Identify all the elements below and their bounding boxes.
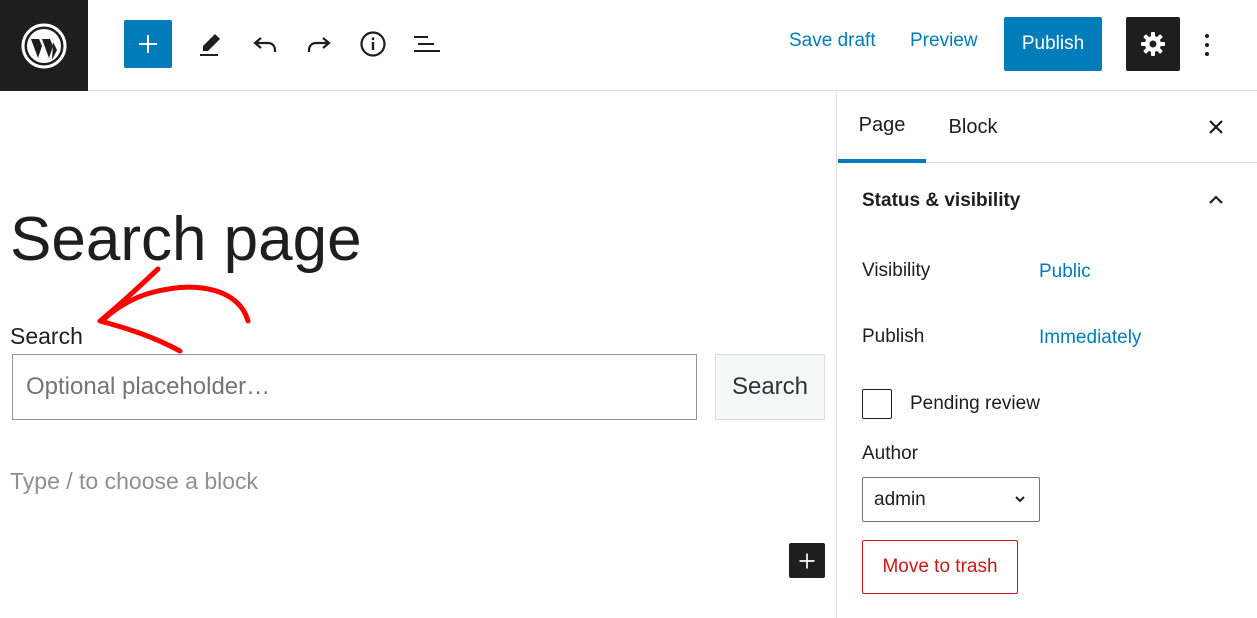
more-vertical-icon <box>1205 34 1209 56</box>
close-sidebar-button[interactable] <box>1198 109 1234 145</box>
settings-button[interactable] <box>1126 17 1180 71</box>
top-toolbar: Save draft Preview Publish <box>0 0 1257 91</box>
publish-button[interactable]: Publish <box>1004 17 1102 71</box>
details-button[interactable] <box>351 22 395 66</box>
add-block-button[interactable] <box>124 20 172 68</box>
plus-icon <box>799 553 815 568</box>
pencil-icon <box>200 34 220 56</box>
redo-icon <box>307 37 331 52</box>
save-draft-button[interactable]: Save draft <box>789 30 876 52</box>
preview-button[interactable]: Preview <box>910 30 978 52</box>
editor-canvas: Search page Search Optional placeholder…… <box>0 91 837 618</box>
status-visibility-panel-toggle[interactable]: Status & visibility <box>862 190 1020 212</box>
search-block-label[interactable]: Search <box>10 323 83 350</box>
list-view-button[interactable] <box>405 22 449 66</box>
visibility-label: Visibility <box>862 260 931 281</box>
search-button[interactable]: Search <box>715 354 825 420</box>
chevron-down-icon <box>1015 496 1025 503</box>
undo-button[interactable] <box>243 22 287 66</box>
author-select-value: admin <box>874 488 926 510</box>
block-appender-hint[interactable]: Type / to choose a block <box>10 468 258 495</box>
info-icon <box>360 31 386 57</box>
gear-icon <box>1141 32 1165 56</box>
author-label: Author <box>862 443 918 464</box>
pending-review-checkbox[interactable] <box>862 389 892 419</box>
pending-review-label[interactable]: Pending review <box>910 393 1040 415</box>
close-icon <box>1209 120 1223 134</box>
annotation-arrow-icon <box>97 266 251 354</box>
undo-icon <box>253 37 277 52</box>
tools-button[interactable] <box>188 22 232 66</box>
settings-sidebar: Page Block Status & visibility Visibilit… <box>838 91 1257 618</box>
publish-label: Publish <box>862 326 925 347</box>
visibility-value-button[interactable]: Public <box>1039 261 1091 283</box>
wordpress-logo-icon <box>21 23 67 68</box>
author-select[interactable]: admin <box>862 477 1040 522</box>
redo-button[interactable] <box>297 22 341 66</box>
wordpress-logo[interactable] <box>0 0 88 91</box>
inline-add-block-button[interactable] <box>789 543 825 578</box>
more-options-button[interactable] <box>1192 27 1222 63</box>
tab-block[interactable]: Block <box>934 91 1012 163</box>
plus-icon <box>139 35 157 53</box>
chevron-up-icon[interactable] <box>1204 188 1228 212</box>
search-input[interactable]: Optional placeholder… <box>12 354 697 420</box>
list-view-icon <box>414 36 440 52</box>
move-to-trash-button[interactable]: Move to trash <box>862 540 1018 594</box>
sidebar-tabs: Page Block <box>838 91 1257 163</box>
tab-page[interactable]: Page <box>838 91 926 163</box>
publish-date-button[interactable]: Immediately <box>1039 327 1141 349</box>
